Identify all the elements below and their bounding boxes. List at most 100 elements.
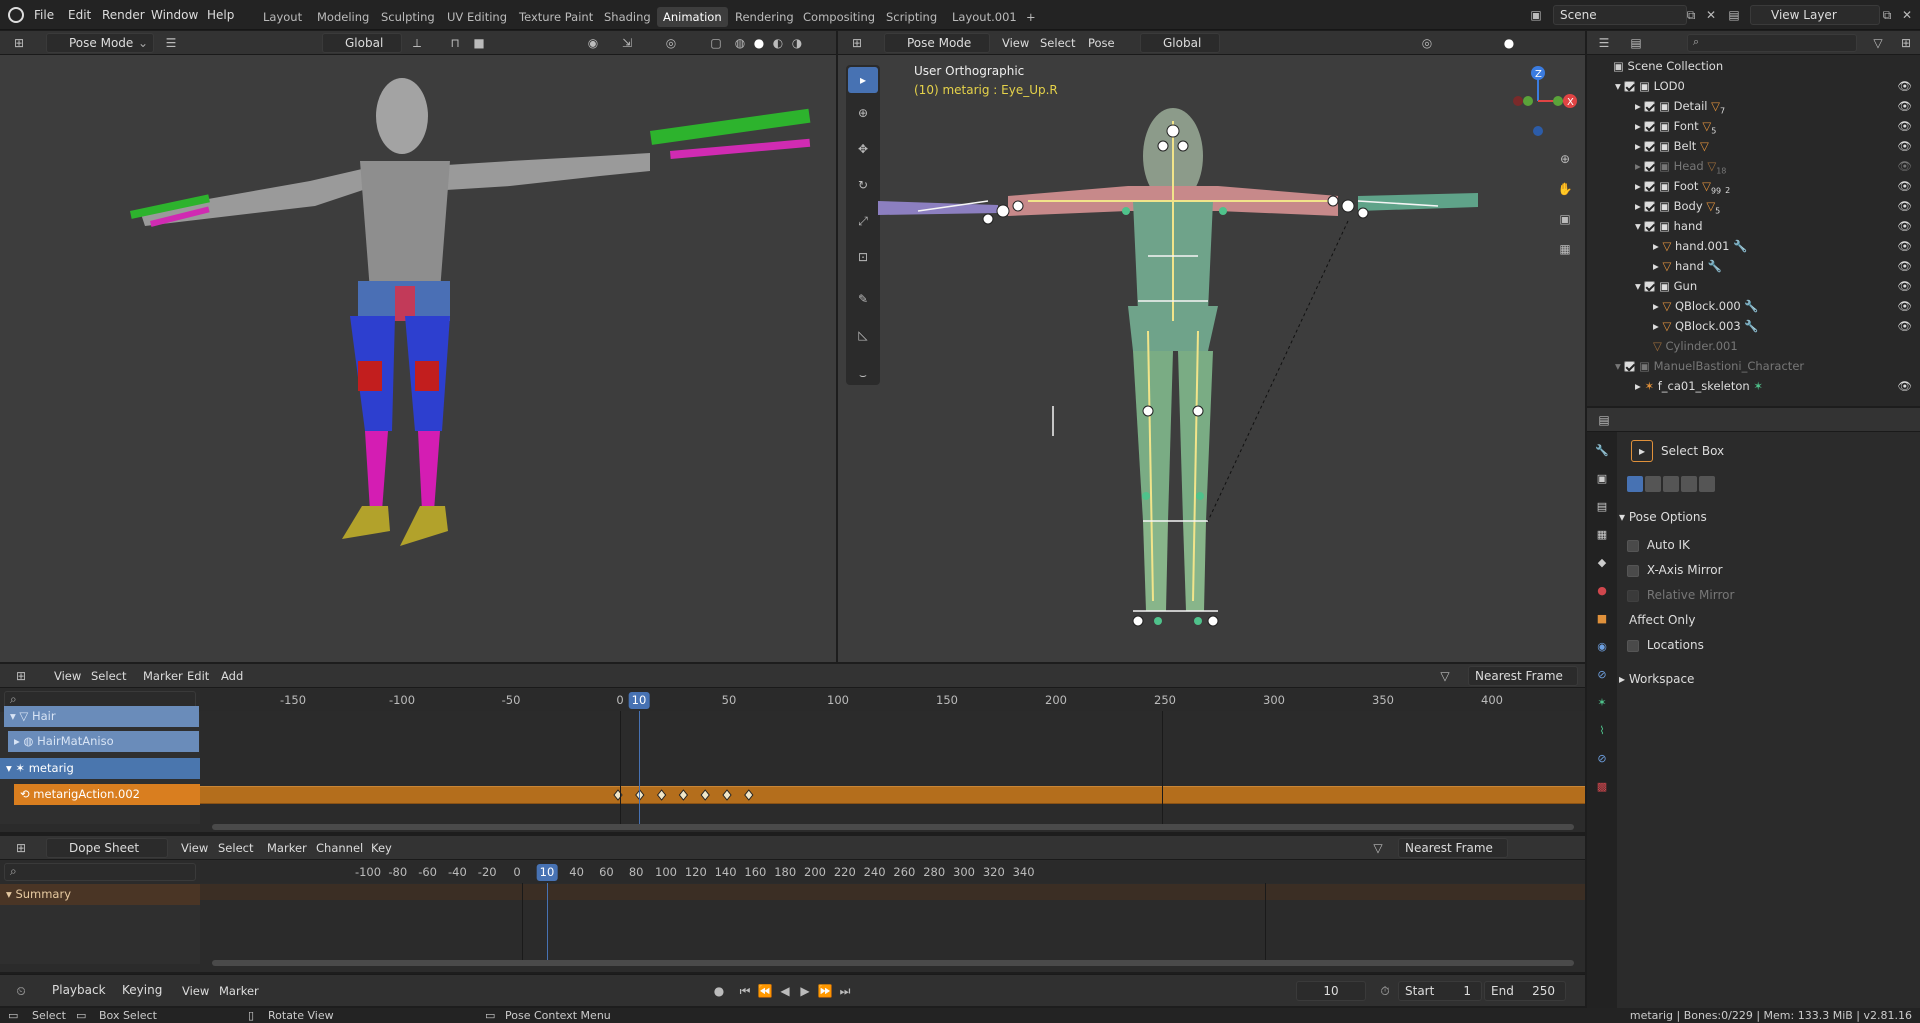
pose-breakdown-tool-icon[interactable]: ⌣ [852,365,874,385]
playback-menu[interactable]: Playback [46,981,114,1001]
menu-marker[interactable]: Marker [261,838,313,858]
keying-menu[interactable]: Keying [116,981,180,1001]
eye-icon[interactable]: 👁 [1897,276,1912,296]
tab-compositing[interactable]: Compositing [797,7,881,27]
eye-icon[interactable]: 👁 [1897,136,1912,156]
editor-type-icon[interactable]: ⏲ [10,981,32,1001]
menu-edit[interactable]: Edit [62,6,97,24]
checkbox-icon[interactable] [1627,639,1639,652]
filter-icon[interactable]: ▽ [1434,666,1456,686]
grid-icon[interactable]: ▦ [1554,239,1576,259]
menu-channel[interactable]: Channel [310,838,369,858]
jump-start-icon[interactable]: ⏮ [734,981,756,1001]
checkbox-icon[interactable] [1644,221,1656,232]
outliner-row-belt[interactable]: ▸ ▣ Belt ▽ 👁 [1587,136,1920,156]
checkbox-icon[interactable] [1644,141,1656,152]
new-view-layer-icon[interactable]: ⧉ [1876,5,1898,25]
menu-select[interactable]: Select [212,838,259,858]
armature-tab-icon[interactable]: ✶ [1592,692,1612,712]
snap-icon[interactable]: ⊓ [444,33,466,53]
snap-dropdown[interactable]: Nearest Frame [1398,838,1508,858]
eye-icon[interactable]: 👁 [1897,156,1912,176]
dope-sheet-scrollbar[interactable] [212,960,1574,966]
orientation-dropdown[interactable]: Global [322,33,402,53]
stopwatch-icon[interactable]: ⏱ [1374,981,1396,1001]
expand-icon[interactable]: ▸ [1635,179,1644,193]
left-3d-viewport[interactable]: ⊞ Pose Mode ⌄ ☰ Global ⟂ ⊓ ■ ◉ ⇲ ◎ ▢ ◍ ● … [0,31,836,662]
outliner-row-cylinder-001[interactable]: ▽ Cylinder.001 [1587,336,1920,356]
display-mode-icon[interactable]: ▤ [1625,33,1647,53]
menu-edit[interactable]: Edit [181,666,215,686]
filter-icon[interactable]: ▽ [1867,33,1889,53]
menu-window[interactable]: Window [145,6,204,24]
editor-type-icon[interactable]: ⊞ [8,33,30,53]
menu-add[interactable]: Add [215,666,249,686]
tab-layout[interactable]: Layout [257,7,308,27]
annotate-tool-icon[interactable]: ✎ [852,289,874,309]
menu-marker[interactable]: Marker [213,981,265,1001]
outliner-row-font[interactable]: ▸ ▣ Font ▽5 👁 [1587,116,1920,136]
scene-icon[interactable]: ▣ [1525,5,1547,25]
end-frame-field[interactable]: End 250 [1484,981,1566,1001]
relative-mirror-checkbox[interactable]: Relative Mirror [1627,588,1734,602]
prev-keyframe-icon[interactable]: ⏪ [754,981,776,1001]
outliner-row-f-ca01-skeleton[interactable]: ▸ ✶ f_ca01_skeleton ✶ 👁 [1587,376,1920,396]
constraints-tab-icon[interactable]: ⊘ [1592,664,1612,684]
outliner-row-head[interactable]: ▸ ▣ Head ▽18 👁 [1587,156,1920,176]
dope-sheet-mode-dropdown[interactable]: Dope Sheet [46,838,168,858]
world-tab-icon[interactable]: ● [1592,580,1612,600]
menu-select[interactable]: Select [85,666,132,686]
cursor-tool-icon[interactable]: ⊕ [852,103,874,123]
outliner-row-hand-001[interactable]: ▸ ▽ hand.001 🔧 👁 [1587,236,1920,256]
checkbox-icon[interactable] [1644,101,1656,112]
outliner-row-body[interactable]: ▸ ▣ Body ▽5 👁 [1587,196,1920,216]
current-frame-field[interactable]: 10 [1296,981,1366,1001]
proportional-icon[interactable]: ■ [468,33,490,53]
menu-view[interactable]: View [996,33,1035,53]
keyframe-marker[interactable] [700,789,710,801]
select-mode-buttons[interactable] [1627,476,1717,494]
expand-icon[interactable]: ▸ [1635,199,1644,213]
outliner-row-hand-obj[interactable]: ▸ ▽ hand 🔧 👁 [1587,256,1920,276]
pose-options-panel[interactable]: ▾ Pose Options [1619,504,1914,530]
channel-metarig[interactable]: ▾ ✶ metarig [0,758,200,779]
checkbox-icon[interactable] [1644,121,1656,132]
pivot-icon[interactable]: ⟂ [406,33,428,53]
menu-render[interactable]: Render [96,6,151,24]
menu-key[interactable]: Key [365,838,398,858]
render-tab-icon[interactable]: ▣ [1592,468,1612,488]
expand-icon[interactable]: ▾ [1635,279,1644,293]
properties-editor-icon[interactable]: ▤ [1593,410,1615,430]
scale-tool-icon[interactable]: ⤢ [852,211,874,231]
eye-icon[interactable]: 👁 [1897,296,1912,316]
texture-tab-icon[interactable]: ▩ [1592,776,1612,796]
move-tool-icon[interactable]: ✥ [852,139,874,159]
filter-icon[interactable]: ▽ [1367,838,1389,858]
tab-animation[interactable]: Animation [657,7,728,27]
menu-file[interactable]: File [28,6,60,24]
checkbox-icon[interactable] [1627,589,1639,602]
xray-icon[interactable]: ▢ [705,33,727,53]
play-icon[interactable]: ▶ [794,981,816,1001]
camera-icon[interactable]: ▣ [1554,209,1576,229]
nla-scrollbar[interactable] [212,824,1574,830]
overlays-icon[interactable]: ◎ [1416,33,1438,53]
outliner-row-qblock-000[interactable]: ▸ ▽ QBlock.000 🔧 👁 [1587,296,1920,316]
pan-hand-icon[interactable]: ✋ [1554,179,1576,199]
outliner-row-lod0[interactable]: ▾ ▣ LOD0 👁 [1587,76,1920,96]
checkbox-icon[interactable] [1627,539,1639,552]
outliner-row-manuelbastioni[interactable]: ▾ ▣ ManuelBastioni_Character [1587,356,1920,376]
play-reverse-icon[interactable]: ◀ [774,981,796,1001]
set-mode-icon[interactable] [1627,476,1643,492]
outliner-search-input[interactable]: ⌕ [1687,34,1857,52]
bone-tab-icon[interactable]: ⌇ [1592,720,1612,740]
x-axis-mirror-checkbox[interactable]: X-Axis Mirror [1627,563,1723,577]
checkbox-icon[interactable] [1624,81,1636,92]
auto-ik-checkbox[interactable]: Auto IK [1627,538,1690,552]
invert-mode-icon[interactable] [1681,476,1697,492]
gizmo-icon[interactable]: ⇲ [616,33,638,53]
delete-scene-icon[interactable]: ✕ [1700,5,1722,25]
navigation-gizmo[interactable]: Z X [1498,61,1578,141]
tab-scripting[interactable]: Scripting [880,7,943,27]
outliner-row-qblock-003[interactable]: ▸ ▽ QBlock.003 🔧 👁 [1587,316,1920,336]
